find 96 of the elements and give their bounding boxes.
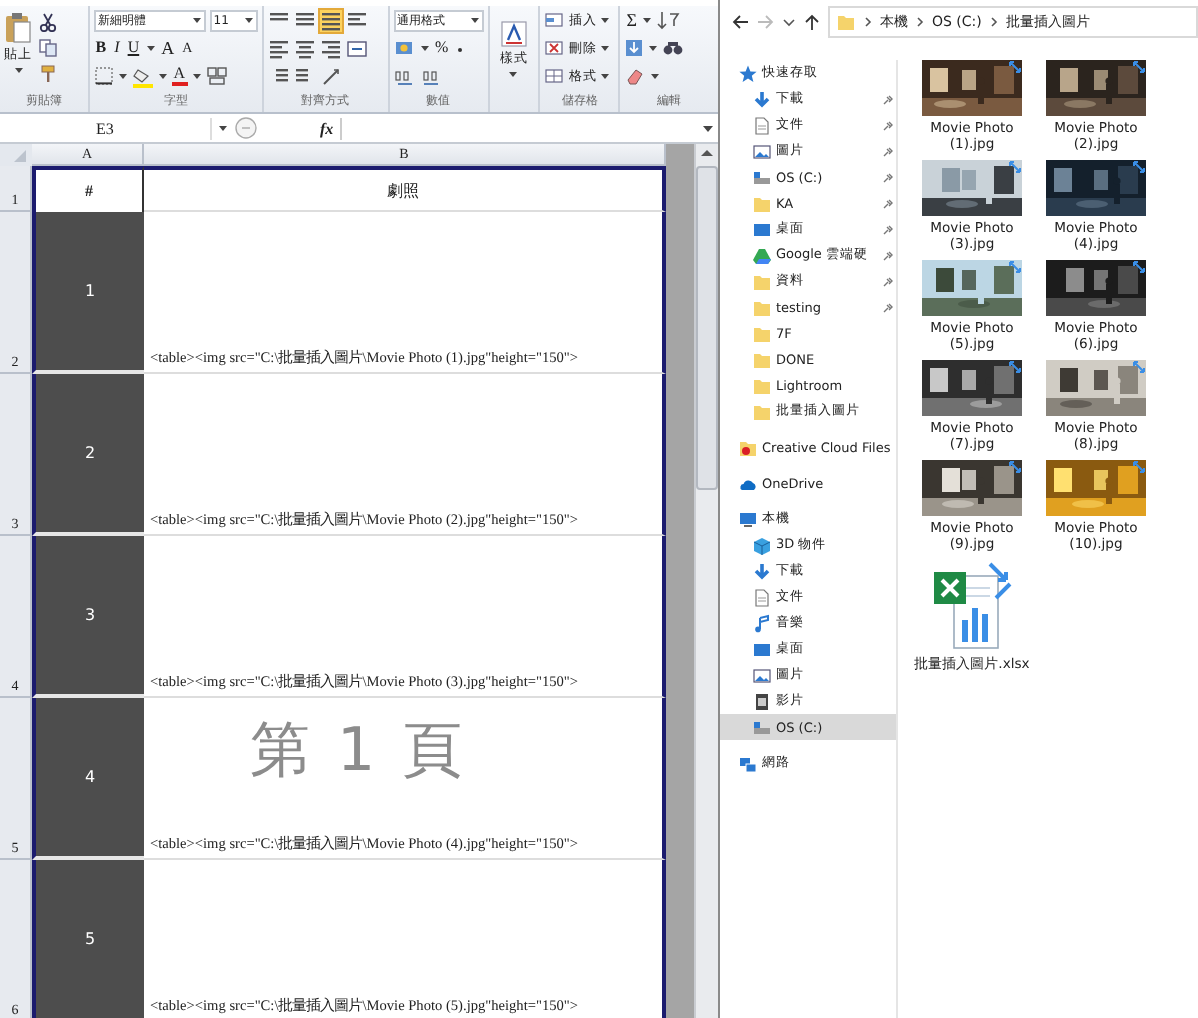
spreadsheet-file-icon bbox=[930, 560, 1014, 652]
scrollbar[interactable] bbox=[694, 144, 718, 1018]
caret-icon[interactable] bbox=[191, 72, 202, 80]
film-icon bbox=[752, 691, 772, 711]
image-icon bbox=[752, 665, 772, 685]
name-box[interactable]: E3 bbox=[0, 117, 212, 139]
document-icon bbox=[752, 587, 772, 607]
sync-icon bbox=[1008, 160, 1022, 174]
expand-icon[interactable] bbox=[702, 123, 714, 133]
align-middle-icon[interactable] bbox=[293, 9, 316, 31]
align-center-icon[interactable] bbox=[293, 37, 316, 59]
back-icon[interactable] bbox=[730, 12, 750, 32]
borders-icon[interactable] bbox=[93, 66, 114, 86]
sync-icon bbox=[1008, 260, 1022, 274]
table-cell: 2 bbox=[32, 374, 144, 536]
sync-icon bbox=[1132, 460, 1146, 474]
sync-icon bbox=[1132, 260, 1146, 274]
scrollbar-thumb[interactable] bbox=[696, 166, 718, 490]
insert-icon bbox=[544, 10, 565, 30]
sort-filter-icon[interactable] bbox=[656, 10, 681, 30]
orientation-icon[interactable] bbox=[319, 65, 342, 87]
grow-font-button[interactable]: A bbox=[159, 38, 177, 58]
image-icon bbox=[752, 141, 772, 161]
format-button[interactable]: I bbox=[112, 38, 122, 58]
format-button[interactable]: U bbox=[125, 38, 142, 58]
table-cell: 1 bbox=[32, 212, 144, 374]
caret-icon bbox=[600, 16, 611, 24]
wrap-text-icon[interactable] bbox=[345, 9, 368, 31]
format-painter-icon[interactable] bbox=[38, 64, 58, 84]
fill-color-icon[interactable] bbox=[131, 65, 154, 87]
delete-icon bbox=[544, 38, 565, 58]
cube-icon bbox=[752, 535, 772, 555]
align-left-icon[interactable] bbox=[267, 37, 290, 59]
caret-icon bbox=[508, 70, 519, 78]
drive-icon bbox=[752, 167, 772, 187]
download-arrow-icon bbox=[752, 89, 772, 109]
caret-icon bbox=[191, 16, 202, 24]
document-icon bbox=[752, 115, 772, 135]
cut-icon[interactable] bbox=[38, 12, 58, 32]
caret-icon[interactable] bbox=[117, 72, 128, 80]
table-cell: 4 bbox=[32, 698, 144, 860]
merge-cells-icon[interactable] bbox=[345, 37, 368, 59]
caret-icon bbox=[243, 16, 254, 24]
sync-icon bbox=[1008, 360, 1022, 374]
format-button[interactable]: B bbox=[93, 38, 109, 58]
caret-icon bbox=[13, 66, 23, 74]
caret-icon[interactable] bbox=[145, 44, 156, 52]
folder-icon bbox=[738, 437, 758, 457]
sync-icon bbox=[1132, 160, 1146, 174]
star-icon bbox=[738, 63, 758, 83]
copy-icon[interactable] bbox=[38, 38, 58, 58]
caret-icon bbox=[600, 72, 611, 80]
percent-button[interactable]: % bbox=[433, 38, 451, 58]
font-color-button[interactable]: A bbox=[171, 66, 188, 86]
computer-icon bbox=[738, 509, 758, 529]
page-label: 第 1 頁 bbox=[250, 714, 467, 790]
table-cell: 3 bbox=[32, 536, 144, 698]
eraser-icon[interactable] bbox=[624, 66, 647, 86]
caret-icon[interactable] bbox=[419, 44, 429, 52]
align-bottom-icon[interactable] bbox=[319, 9, 342, 31]
triangle-icon bbox=[752, 245, 772, 265]
caret-icon[interactable] bbox=[650, 72, 661, 80]
format-icon bbox=[544, 66, 565, 86]
chevron-icon[interactable] bbox=[862, 14, 874, 30]
table-cell: 5 bbox=[32, 860, 144, 1018]
styles-icon bbox=[499, 20, 528, 48]
table-cell: 劇照 bbox=[144, 166, 666, 212]
sync-icon bbox=[1008, 460, 1022, 474]
phonetic-guide-icon[interactable] bbox=[205, 66, 228, 86]
download-arrow-icon bbox=[752, 561, 772, 581]
chevron-icon[interactable] bbox=[987, 14, 1000, 30]
find-icon[interactable] bbox=[662, 38, 685, 58]
sync-icon bbox=[1132, 60, 1146, 74]
decrease-decimal-icon[interactable] bbox=[419, 67, 441, 85]
folder-icon bbox=[752, 193, 772, 213]
insert-function-button[interactable]: fx bbox=[320, 119, 334, 137]
table-cell: # bbox=[32, 166, 144, 212]
music-note-icon bbox=[752, 613, 772, 633]
sync-icon bbox=[1008, 60, 1022, 74]
caret-icon[interactable] bbox=[642, 16, 653, 24]
caret-icon[interactable] bbox=[218, 124, 228, 132]
caret-icon[interactable] bbox=[157, 72, 168, 80]
desktop-icon bbox=[752, 219, 772, 239]
caret-icon bbox=[600, 44, 611, 52]
chevron-icon[interactable] bbox=[914, 14, 926, 30]
caret-icon bbox=[469, 16, 479, 24]
desktop-icon bbox=[752, 639, 772, 659]
network-icon bbox=[738, 753, 758, 773]
drive-icon bbox=[752, 717, 772, 737]
autosum-button[interactable]: Σ bbox=[624, 10, 639, 30]
folder-icon bbox=[836, 12, 856, 32]
caret-icon[interactable] bbox=[648, 44, 659, 52]
align-right-icon[interactable] bbox=[319, 37, 342, 59]
increase-decimal-icon[interactable] bbox=[393, 67, 415, 85]
sync-icon bbox=[1132, 360, 1146, 374]
up-icon[interactable] bbox=[802, 12, 822, 32]
